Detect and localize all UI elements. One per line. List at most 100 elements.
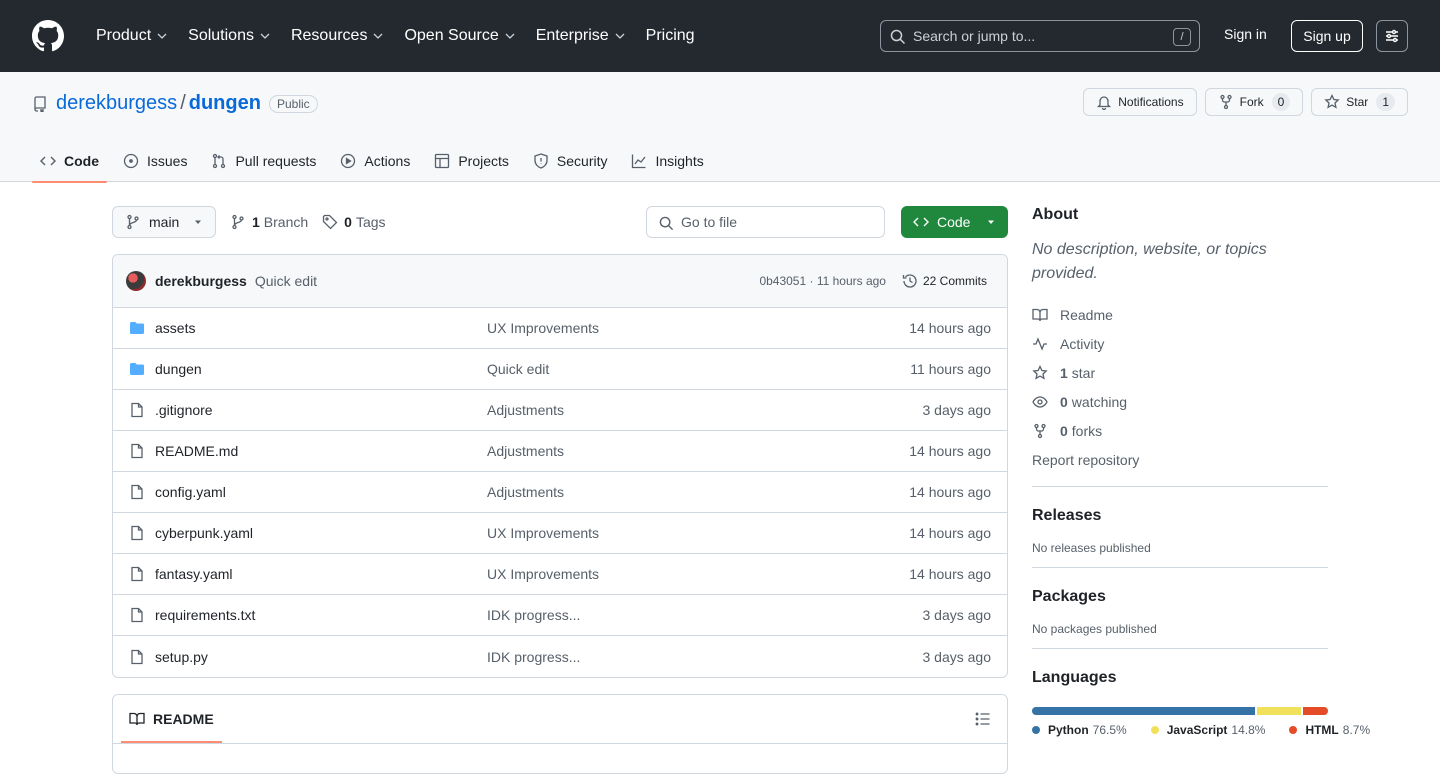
file-commit-message[interactable]: IDK progress... xyxy=(487,607,580,623)
file-commit-message[interactable]: IDK progress... xyxy=(487,649,580,665)
file-name-link[interactable]: dungen xyxy=(155,361,487,377)
branch-selector-button[interactable]: main xyxy=(112,206,216,238)
nav-open-source[interactable]: Open Source xyxy=(396,20,523,52)
code-icon xyxy=(40,156,56,166)
packages-heading[interactable]: Packages xyxy=(1032,588,1328,606)
table-row[interactable]: README.md Adjustments 14 hours ago xyxy=(113,431,1007,472)
repo-owner-link[interactable]: derekburgess xyxy=(56,92,177,115)
code-dropdown-button[interactable]: Code xyxy=(901,206,1008,238)
stars-link[interactable]: 1 star xyxy=(1032,358,1328,387)
branches-link[interactable]: 1 Branch xyxy=(230,214,308,230)
watchers-label: watching xyxy=(1071,393,1128,410)
outline-button[interactable] xyxy=(975,711,991,727)
file-name-link[interactable]: README.md xyxy=(155,443,487,459)
activity-link[interactable]: Activity xyxy=(1032,329,1328,358)
file-commit-message[interactable]: UX Improvements xyxy=(487,320,599,336)
table-row[interactable]: setup.py IDK progress... 3 days ago xyxy=(113,636,1007,677)
branch-count: 1 xyxy=(252,214,260,230)
language-legend-item[interactable]: HTML 8.7% xyxy=(1289,723,1370,737)
file-name-link[interactable]: cyberpunk.yaml xyxy=(155,525,487,541)
table-row[interactable]: cyberpunk.yaml UX Improvements 14 hours ag… xyxy=(113,513,1007,554)
file-commit-date: 14 hours ago xyxy=(909,566,991,582)
file-icon xyxy=(131,649,143,664)
table-row[interactable]: config.yaml Adjustments 14 hours ago xyxy=(113,472,1007,513)
nav-label: Product xyxy=(96,27,152,44)
file-commit-message[interactable]: UX Improvements xyxy=(487,566,599,582)
file-name-link[interactable]: config.yaml xyxy=(155,484,487,500)
readme-panel: README xyxy=(112,694,1008,774)
file-commit-message[interactable]: Adjustments xyxy=(487,443,564,459)
chevron-down-icon xyxy=(157,33,167,39)
readme-link[interactable]: Readme xyxy=(1032,300,1328,329)
file-commit-date: 11 hours ago xyxy=(910,361,991,377)
language-color-dot xyxy=(1289,726,1298,734)
table-row[interactable]: requirements.txt IDK progress... 3 days ag… xyxy=(113,595,1007,636)
file-icon xyxy=(131,443,143,459)
go-to-file-input[interactable]: Go to file xyxy=(646,206,885,238)
file-name-link[interactable]: setup.py xyxy=(155,649,487,665)
table-row[interactable]: fantasy.yaml UX Improvements 14 hours ago xyxy=(113,554,1007,595)
notifications-button[interactable]: Notifications xyxy=(1083,88,1197,116)
file-icon xyxy=(131,402,143,418)
table-row[interactable]: dungen Quick edit 11 hours ago xyxy=(113,349,1007,390)
search-input[interactable]: Search or jump to... / xyxy=(880,20,1200,52)
repo-name-link[interactable]: dungen xyxy=(189,92,261,115)
avatar[interactable] xyxy=(126,271,146,291)
language-legend-item[interactable]: Python 76.5% xyxy=(1032,723,1127,737)
watchers-link[interactable]: 0 watching xyxy=(1032,387,1328,416)
releases-heading[interactable]: Releases xyxy=(1032,507,1328,525)
file-icon xyxy=(131,566,143,582)
nav-label: Open Source xyxy=(404,27,499,44)
file-commit-message[interactable]: UX Improvements xyxy=(487,525,599,541)
file-name-link[interactable]: fantasy.yaml xyxy=(155,566,487,582)
tab-projects[interactable]: Projects xyxy=(426,140,517,182)
global-nav: Product Solutions Resources Open Source … xyxy=(88,20,707,52)
fork-button[interactable]: Fork 0 xyxy=(1204,88,1304,116)
file-name-link[interactable]: requirements.txt xyxy=(155,607,487,623)
file-name-link[interactable]: .gitignore xyxy=(155,402,487,418)
report-repository-link[interactable]: Report repository xyxy=(1032,445,1328,474)
nav-solutions[interactable]: Solutions xyxy=(180,20,279,52)
nav-label: Solutions xyxy=(188,27,254,44)
file-commit-message[interactable]: Adjustments xyxy=(487,402,564,418)
tags-link[interactable]: 0 Tags xyxy=(322,214,386,230)
commit-hash-time[interactable]: 0b43051 · 11 hours ago xyxy=(759,274,886,288)
repo-icon xyxy=(34,95,46,112)
star-button[interactable]: Star 1 xyxy=(1311,88,1408,116)
sliders-icon xyxy=(1386,29,1398,43)
github-logo-icon[interactable] xyxy=(32,20,64,52)
language-name: Python xyxy=(1048,723,1089,737)
language-name: HTML xyxy=(1305,723,1339,737)
language-bar-segment xyxy=(1032,707,1256,715)
forks-link[interactable]: 0 forks xyxy=(1032,416,1328,445)
list-unordered-icon xyxy=(975,712,990,726)
tab-label: Projects xyxy=(458,153,509,169)
commits-history-link[interactable]: 22 Commits xyxy=(902,273,987,289)
sign-in-link[interactable]: Sign in xyxy=(1224,26,1267,42)
nav-resources[interactable]: Resources xyxy=(283,20,392,52)
tab-pull-requests[interactable]: Pull requests xyxy=(203,140,324,182)
language-legend-item[interactable]: JavaScript 14.8% xyxy=(1150,723,1265,737)
search-placeholder: Search or jump to... xyxy=(913,28,1036,44)
nav-pricing[interactable]: Pricing xyxy=(638,20,703,52)
nav-product[interactable]: Product xyxy=(88,20,176,52)
file-commit-message[interactable]: Quick edit xyxy=(487,361,549,377)
commit-author-link[interactable]: derekburgess xyxy=(155,273,247,289)
table-row[interactable]: assets UX Improvements 14 hours ago xyxy=(113,308,1007,349)
tab-actions[interactable]: Actions xyxy=(332,140,418,182)
sign-up-button[interactable]: Sign up xyxy=(1291,20,1363,52)
settings-menu-button[interactable] xyxy=(1376,20,1408,52)
file-name-link[interactable]: assets xyxy=(155,320,487,336)
file-commit-message[interactable]: Adjustments xyxy=(487,484,564,500)
tab-security[interactable]: Security xyxy=(525,140,616,182)
repo-title: derekburgess / dungen Public xyxy=(32,92,318,115)
table-row[interactable]: .gitignore Adjustments 3 days ago xyxy=(113,390,1007,431)
languages-heading: Languages xyxy=(1032,669,1117,686)
nav-enterprise[interactable]: Enterprise xyxy=(528,20,634,52)
tab-insights[interactable]: Insights xyxy=(623,140,711,182)
readme-tab[interactable]: README xyxy=(121,695,222,743)
tab-issues[interactable]: Issues xyxy=(115,140,195,182)
folder-icon xyxy=(130,322,144,334)
commit-message-link[interactable]: Quick edit xyxy=(255,273,317,289)
tab-code[interactable]: Code xyxy=(32,140,107,183)
